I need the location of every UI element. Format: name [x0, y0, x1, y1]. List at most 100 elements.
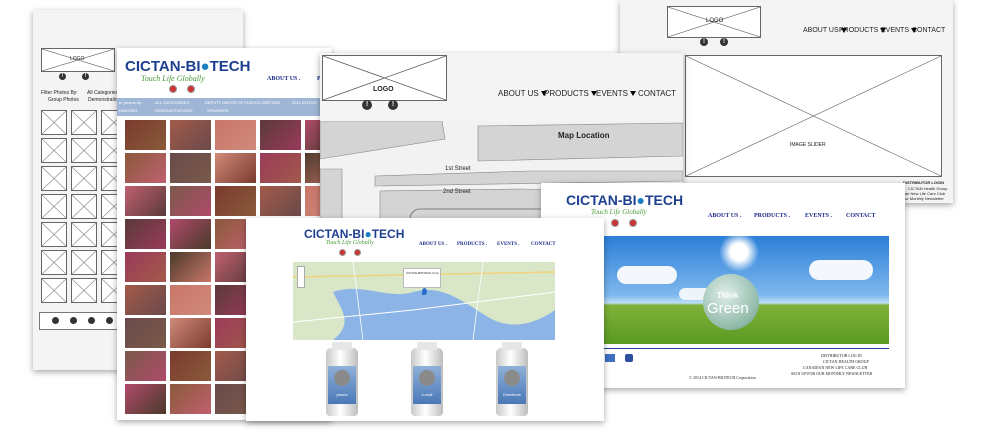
nav-events[interactable]: EVENTS .	[805, 213, 832, 219]
gallery-photo[interactable]	[215, 153, 256, 183]
filter-demo[interactable]: Demonstration	[88, 97, 121, 103]
zoom-control-icon[interactable]	[297, 266, 305, 288]
social-icon[interactable]: !	[720, 38, 728, 46]
footer-distributor[interactable]: DISTRIBUTOR LOG IN	[821, 353, 862, 358]
photo-placeholder[interactable]	[41, 250, 67, 275]
filter-all[interactable]: All Categories	[87, 90, 118, 96]
cat-deputy[interactable]: DEPUTY MAYOR OF FUZHOU MEETING	[205, 100, 280, 105]
gallery-photo[interactable]	[125, 153, 166, 183]
photo-placeholder[interactable]	[41, 110, 67, 135]
photo-placeholder[interactable]	[71, 166, 97, 191]
cat-demo[interactable]: DEMONSTRATIONS	[155, 108, 192, 113]
photo-placeholder[interactable]	[71, 222, 97, 247]
flag-icon[interactable]	[187, 85, 195, 93]
page-dot[interactable]	[52, 317, 59, 324]
photo-placeholder[interactable]	[41, 222, 67, 247]
gallery-photo[interactable]	[170, 153, 211, 183]
gallery-photo[interactable]	[125, 384, 166, 414]
gallery-photo[interactable]	[170, 252, 211, 282]
page-dot[interactable]	[106, 317, 113, 324]
filter-label: Filter Photos By:	[41, 90, 78, 96]
page-dot[interactable]	[88, 317, 95, 324]
gallery-photo[interactable]	[260, 186, 301, 216]
facebook-icon[interactable]	[625, 354, 633, 362]
logo-placeholder: LOGO	[322, 55, 447, 101]
photo-placeholder[interactable]	[71, 250, 97, 275]
social-icon[interactable]: !	[59, 73, 66, 80]
photo-placeholder[interactable]	[71, 278, 97, 303]
nav-about[interactable]: ABOUT US	[498, 89, 547, 98]
flag-icon[interactable]	[611, 219, 619, 227]
nav-about[interactable]: ABOUT US .	[419, 242, 447, 247]
nav-about[interactable]: ABOUT US .	[708, 213, 741, 219]
gallery-photo[interactable]	[125, 252, 166, 282]
page-dot[interactable]	[70, 317, 77, 324]
gallery-photo[interactable]	[170, 120, 211, 150]
gallery-photo[interactable]	[125, 351, 166, 381]
gallery-photo[interactable]	[170, 186, 211, 216]
cat-2014[interactable]: 2014 INTEGR	[292, 100, 317, 105]
cat-dancing[interactable]: DANCING	[119, 108, 137, 113]
filter-group[interactable]: Group Photos	[48, 97, 79, 103]
photo-placeholder[interactable]	[71, 194, 97, 219]
footer-club[interactable]: CANADIAN NEW LIFE CARE CLUB	[803, 365, 867, 370]
gallery-photo[interactable]	[215, 186, 256, 216]
gallery-photo[interactable]	[170, 219, 211, 249]
footer-news[interactable]: Our Monthly Newsletter	[902, 196, 944, 201]
gallery-photo[interactable]	[170, 351, 211, 381]
gallery-photo[interactable]	[170, 285, 211, 315]
gallery-photo[interactable]	[125, 186, 166, 216]
nav-products[interactable]: PRODUCTS	[839, 27, 887, 34]
flag-icon[interactable]	[629, 219, 637, 227]
contact-bottle-1[interactable]: e-mail	[411, 342, 443, 416]
flag-icon[interactable]	[169, 85, 177, 93]
contact-bottle-0[interactable]: phone	[326, 342, 358, 416]
map-pin-icon[interactable]	[422, 288, 427, 295]
gallery-photo[interactable]	[125, 318, 166, 348]
contact-bottle-2[interactable]: Directions	[496, 342, 528, 416]
nav-contact[interactable]: CONTACT	[846, 213, 876, 219]
footer-distributor[interactable]: DISTRIBUTOR LOGIN	[903, 180, 944, 185]
social-icon[interactable]: !	[388, 100, 398, 110]
photo-placeholder[interactable]	[41, 138, 67, 163]
photo-placeholder[interactable]	[41, 194, 67, 219]
gallery-photo[interactable]	[125, 120, 166, 150]
nav-products[interactable]: PRODUCTS	[544, 89, 597, 98]
flag-icon[interactable]	[354, 249, 361, 256]
footer-health[interactable]: CICTAN HEALTH GROUP	[823, 359, 869, 364]
hero-image: Think Green	[599, 236, 889, 344]
gallery-photo[interactable]	[170, 318, 211, 348]
photo-placeholder[interactable]	[71, 138, 97, 163]
footer-news[interactable]: SIGN UP FOR OUR MONTHLY NEWSLETTER	[791, 371, 872, 376]
social-icon[interactable]: !	[362, 100, 372, 110]
gallery-photo[interactable]	[215, 120, 256, 150]
nav-products[interactable]: PRODUCTS .	[754, 213, 790, 219]
social-icon[interactable]: !	[700, 38, 708, 46]
brand-logo: CICTAN-BI●TECH	[566, 192, 684, 208]
gallery-photo[interactable]	[260, 153, 301, 183]
slider-label: IMAGE SLIDER	[790, 142, 826, 148]
cat-speakers[interactable]: SPEAKERS	[207, 108, 229, 113]
droplet-icon: ●	[364, 227, 372, 241]
gallery-photo[interactable]	[260, 120, 301, 150]
nav-events[interactable]: EVENTS .	[497, 242, 520, 247]
nav-contact[interactable]: CONTACT	[638, 89, 676, 98]
nav-contact[interactable]: CONTACT	[912, 27, 945, 34]
google-map[interactable]: CICTAN-BIOTECH Corp	[293, 262, 555, 340]
nav-contact[interactable]: CONTACT	[531, 242, 556, 247]
flag-icon[interactable]	[339, 249, 346, 256]
photo-placeholder[interactable]	[41, 278, 67, 303]
gallery-photo[interactable]	[170, 384, 211, 414]
gallery-photo[interactable]	[125, 285, 166, 315]
cat-all[interactable]: ALL CATEGORIES	[155, 100, 189, 105]
tagline: Touch Life Globally	[141, 74, 205, 83]
nav-products[interactable]: PRODUCTS .	[457, 242, 487, 247]
gallery-photo[interactable]	[125, 219, 166, 249]
nav-events[interactable]: EVENTS	[596, 89, 637, 98]
social-icon[interactable]: !	[82, 73, 89, 80]
nav-about[interactable]: ABOUT US .	[267, 76, 300, 82]
photo-placeholder[interactable]	[41, 166, 67, 191]
email-icon[interactable]	[605, 354, 615, 362]
photo-placeholder[interactable]	[71, 110, 97, 135]
logo-label: LOGO	[706, 18, 724, 24]
